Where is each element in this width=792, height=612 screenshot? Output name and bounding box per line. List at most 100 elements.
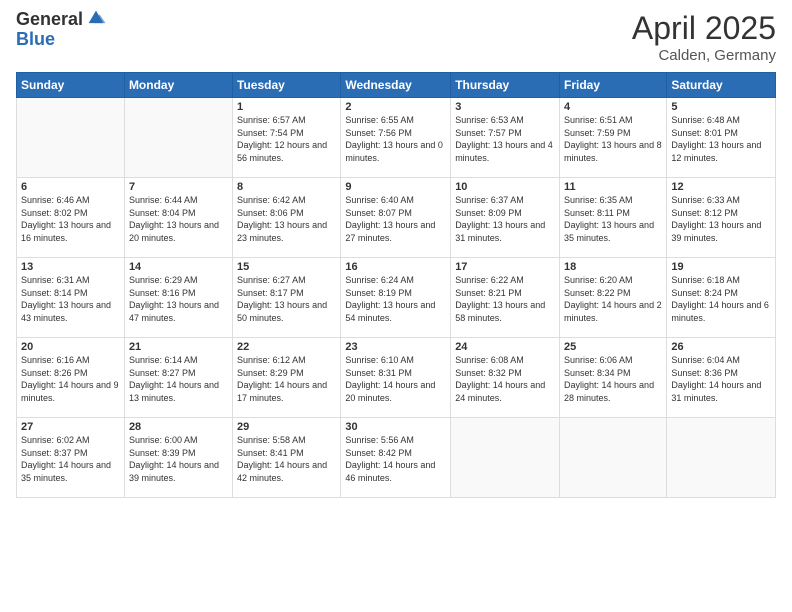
weekday-header-friday: Friday — [560, 73, 667, 98]
calendar-cell: 9Sunrise: 6:40 AM Sunset: 8:07 PM Daylig… — [341, 178, 451, 258]
day-number: 17 — [455, 261, 555, 273]
calendar-cell: 22Sunrise: 6:12 AM Sunset: 8:29 PM Dayli… — [233, 338, 341, 418]
weekday-header-sunday: Sunday — [17, 73, 125, 98]
day-info: Sunrise: 6:20 AM Sunset: 8:22 PM Dayligh… — [564, 274, 662, 324]
calendar-cell — [560, 418, 667, 498]
header: General Blue April 2025 Calden, Germany — [16, 10, 776, 64]
day-info: Sunrise: 6:22 AM Sunset: 8:21 PM Dayligh… — [455, 274, 555, 324]
day-info: Sunrise: 6:14 AM Sunset: 8:27 PM Dayligh… — [129, 354, 228, 404]
day-number: 18 — [564, 261, 662, 273]
day-number: 23 — [345, 341, 446, 353]
day-info: Sunrise: 6:18 AM Sunset: 8:24 PM Dayligh… — [671, 274, 771, 324]
day-number: 30 — [345, 421, 446, 433]
logo-text: General Blue — [16, 10, 107, 50]
day-number: 13 — [21, 261, 120, 273]
calendar-cell — [124, 98, 232, 178]
day-number: 21 — [129, 341, 228, 353]
week-row-1: 1Sunrise: 6:57 AM Sunset: 7:54 PM Daylig… — [17, 98, 776, 178]
calendar-cell: 21Sunrise: 6:14 AM Sunset: 8:27 PM Dayli… — [124, 338, 232, 418]
calendar-cell: 4Sunrise: 6:51 AM Sunset: 7:59 PM Daylig… — [560, 98, 667, 178]
day-info: Sunrise: 6:24 AM Sunset: 8:19 PM Dayligh… — [345, 274, 446, 324]
calendar-cell — [17, 98, 125, 178]
day-number: 24 — [455, 341, 555, 353]
day-number: 15 — [237, 261, 336, 273]
logo: General Blue — [16, 10, 107, 50]
calendar-cell: 7Sunrise: 6:44 AM Sunset: 8:04 PM Daylig… — [124, 178, 232, 258]
day-info: Sunrise: 6:10 AM Sunset: 8:31 PM Dayligh… — [345, 354, 446, 404]
day-info: Sunrise: 6:40 AM Sunset: 8:07 PM Dayligh… — [345, 194, 446, 244]
calendar-cell: 28Sunrise: 6:00 AM Sunset: 8:39 PM Dayli… — [124, 418, 232, 498]
day-number: 12 — [671, 181, 771, 193]
day-number: 16 — [345, 261, 446, 273]
calendar-cell: 23Sunrise: 6:10 AM Sunset: 8:31 PM Dayli… — [341, 338, 451, 418]
day-number: 27 — [21, 421, 120, 433]
day-info: Sunrise: 6:33 AM Sunset: 8:12 PM Dayligh… — [671, 194, 771, 244]
day-info: Sunrise: 6:44 AM Sunset: 8:04 PM Dayligh… — [129, 194, 228, 244]
day-info: Sunrise: 6:53 AM Sunset: 7:57 PM Dayligh… — [455, 114, 555, 164]
day-info: Sunrise: 5:56 AM Sunset: 8:42 PM Dayligh… — [345, 434, 446, 484]
calendar-cell: 17Sunrise: 6:22 AM Sunset: 8:21 PM Dayli… — [451, 258, 560, 338]
calendar-cell: 16Sunrise: 6:24 AM Sunset: 8:19 PM Dayli… — [341, 258, 451, 338]
day-number: 2 — [345, 101, 446, 113]
day-info: Sunrise: 6:46 AM Sunset: 8:02 PM Dayligh… — [21, 194, 120, 244]
day-number: 29 — [237, 421, 336, 433]
calendar-cell: 8Sunrise: 6:42 AM Sunset: 8:06 PM Daylig… — [233, 178, 341, 258]
day-number: 19 — [671, 261, 771, 273]
calendar-cell: 20Sunrise: 6:16 AM Sunset: 8:26 PM Dayli… — [17, 338, 125, 418]
day-info: Sunrise: 6:00 AM Sunset: 8:39 PM Dayligh… — [129, 434, 228, 484]
day-info: Sunrise: 6:06 AM Sunset: 8:34 PM Dayligh… — [564, 354, 662, 404]
day-info: Sunrise: 6:12 AM Sunset: 8:29 PM Dayligh… — [237, 354, 336, 404]
month-title: April 2025 — [632, 10, 776, 47]
calendar-cell: 15Sunrise: 6:27 AM Sunset: 8:17 PM Dayli… — [233, 258, 341, 338]
calendar-cell: 29Sunrise: 5:58 AM Sunset: 8:41 PM Dayli… — [233, 418, 341, 498]
calendar-cell: 3Sunrise: 6:53 AM Sunset: 7:57 PM Daylig… — [451, 98, 560, 178]
weekday-header-tuesday: Tuesday — [233, 73, 341, 98]
calendar-cell: 30Sunrise: 5:56 AM Sunset: 8:42 PM Dayli… — [341, 418, 451, 498]
day-number: 8 — [237, 181, 336, 193]
day-number: 6 — [21, 181, 120, 193]
day-info: Sunrise: 6:02 AM Sunset: 8:37 PM Dayligh… — [21, 434, 120, 484]
day-info: Sunrise: 6:42 AM Sunset: 8:06 PM Dayligh… — [237, 194, 336, 244]
weekday-header-row: SundayMondayTuesdayWednesdayThursdayFrid… — [17, 73, 776, 98]
calendar-cell: 24Sunrise: 6:08 AM Sunset: 8:32 PM Dayli… — [451, 338, 560, 418]
day-info: Sunrise: 6:27 AM Sunset: 8:17 PM Dayligh… — [237, 274, 336, 324]
day-number: 20 — [21, 341, 120, 353]
calendar-cell: 11Sunrise: 6:35 AM Sunset: 8:11 PM Dayli… — [560, 178, 667, 258]
day-number: 5 — [671, 101, 771, 113]
weekday-header-thursday: Thursday — [451, 73, 560, 98]
calendar-cell: 26Sunrise: 6:04 AM Sunset: 8:36 PM Dayli… — [667, 338, 776, 418]
day-number: 25 — [564, 341, 662, 353]
logo-icon — [85, 7, 107, 29]
page: General Blue April 2025 Calden, Germany … — [0, 0, 792, 612]
week-row-4: 20Sunrise: 6:16 AM Sunset: 8:26 PM Dayli… — [17, 338, 776, 418]
calendar-cell: 1Sunrise: 6:57 AM Sunset: 7:54 PM Daylig… — [233, 98, 341, 178]
weekday-header-monday: Monday — [124, 73, 232, 98]
day-info: Sunrise: 6:31 AM Sunset: 8:14 PM Dayligh… — [21, 274, 120, 324]
calendar-cell: 5Sunrise: 6:48 AM Sunset: 8:01 PM Daylig… — [667, 98, 776, 178]
day-info: Sunrise: 6:35 AM Sunset: 8:11 PM Dayligh… — [564, 194, 662, 244]
calendar-cell: 27Sunrise: 6:02 AM Sunset: 8:37 PM Dayli… — [17, 418, 125, 498]
weekday-header-wednesday: Wednesday — [341, 73, 451, 98]
day-info: Sunrise: 6:08 AM Sunset: 8:32 PM Dayligh… — [455, 354, 555, 404]
calendar-cell: 2Sunrise: 6:55 AM Sunset: 7:56 PM Daylig… — [341, 98, 451, 178]
day-info: Sunrise: 5:58 AM Sunset: 8:41 PM Dayligh… — [237, 434, 336, 484]
calendar-cell — [451, 418, 560, 498]
day-number: 26 — [671, 341, 771, 353]
day-info: Sunrise: 6:16 AM Sunset: 8:26 PM Dayligh… — [21, 354, 120, 404]
calendar-cell: 6Sunrise: 6:46 AM Sunset: 8:02 PM Daylig… — [17, 178, 125, 258]
day-number: 1 — [237, 101, 336, 113]
calendar-cell: 14Sunrise: 6:29 AM Sunset: 8:16 PM Dayli… — [124, 258, 232, 338]
location-title: Calden, Germany — [632, 47, 776, 64]
week-row-3: 13Sunrise: 6:31 AM Sunset: 8:14 PM Dayli… — [17, 258, 776, 338]
week-row-5: 27Sunrise: 6:02 AM Sunset: 8:37 PM Dayli… — [17, 418, 776, 498]
day-number: 4 — [564, 101, 662, 113]
day-number: 28 — [129, 421, 228, 433]
calendar-cell: 12Sunrise: 6:33 AM Sunset: 8:12 PM Dayli… — [667, 178, 776, 258]
logo-general: General — [16, 10, 83, 30]
day-number: 7 — [129, 181, 228, 193]
title-block: April 2025 Calden, Germany — [632, 10, 776, 64]
calendar-cell: 18Sunrise: 6:20 AM Sunset: 8:22 PM Dayli… — [560, 258, 667, 338]
day-number: 22 — [237, 341, 336, 353]
day-number: 14 — [129, 261, 228, 273]
day-info: Sunrise: 6:37 AM Sunset: 8:09 PM Dayligh… — [455, 194, 555, 244]
